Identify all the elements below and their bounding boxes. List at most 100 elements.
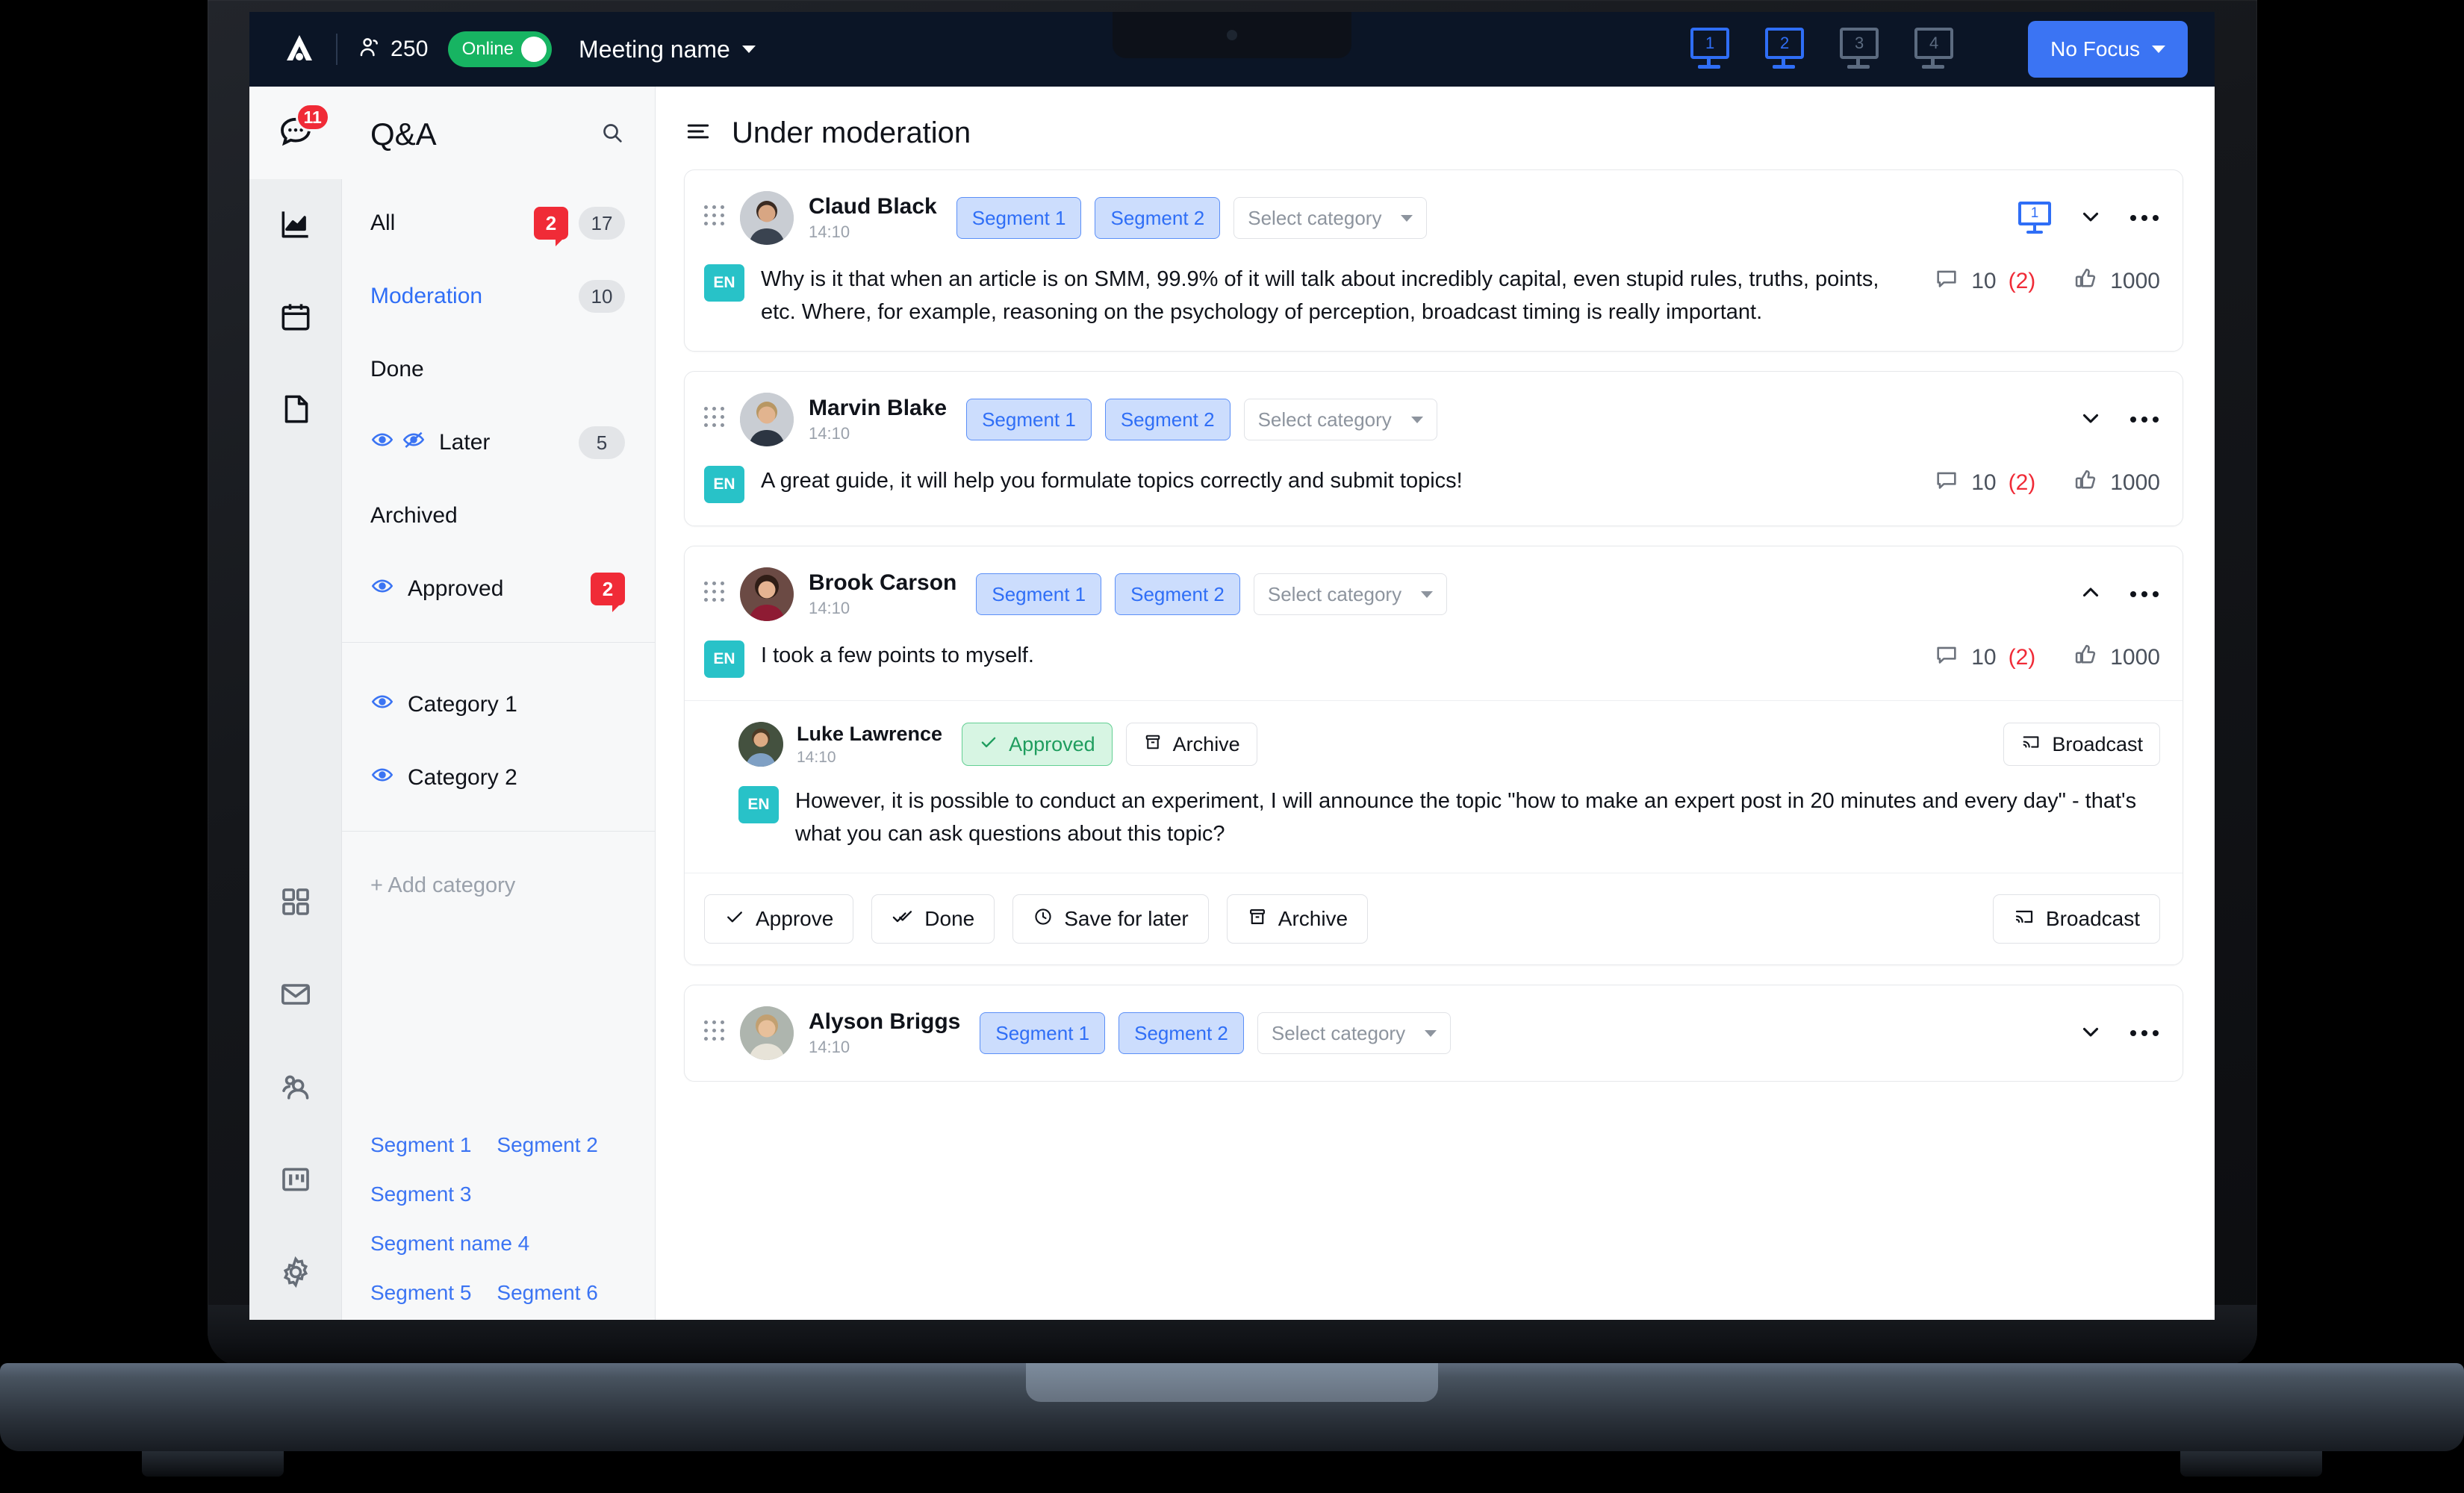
eye-off-icon[interactable]: [402, 428, 426, 458]
category-select[interactable]: Select category: [1243, 399, 1437, 441]
segment-link-1[interactable]: Segment 1: [370, 1133, 471, 1157]
segment-link-2[interactable]: Segment 2: [497, 1133, 597, 1157]
avatar: [740, 567, 794, 622]
chevron-down-icon[interactable]: [2078, 405, 2103, 434]
segment-chip[interactable]: Segment 1: [956, 197, 1082, 239]
drag-handle-icon[interactable]: [704, 407, 724, 432]
drag-handle-icon[interactable]: [704, 1020, 724, 1046]
segment-chip[interactable]: Segment 1: [966, 399, 1092, 441]
category-select[interactable]: Select category: [1257, 1012, 1452, 1055]
segment-chip[interactable]: Segment 1: [980, 1012, 1106, 1055]
eye-icon[interactable]: [370, 428, 394, 458]
category-select[interactable]: Select category: [1233, 197, 1428, 239]
meeting-name-dropdown[interactable]: Meeting name: [579, 36, 756, 63]
segment-chip[interactable]: Segment 2: [1095, 197, 1221, 239]
rail-item-mail[interactable]: [249, 950, 342, 1042]
archive-box-icon: [1247, 906, 1268, 932]
main-header: Under moderation: [656, 87, 2215, 169]
segment-link-3[interactable]: Segment 3: [370, 1182, 626, 1206]
qa-filter-all[interactable]: All 2 17: [342, 187, 655, 260]
thumbs-up-icon: [2073, 467, 2098, 499]
screen-assign-label: 1: [2018, 202, 2051, 225]
rail-item-users[interactable]: [249, 1042, 342, 1135]
category-select-value: Select category: [1257, 408, 1392, 431]
online-toggle-label: Online: [461, 39, 514, 59]
rail-item-apps[interactable]: [249, 857, 342, 950]
qa-filter-moderation[interactable]: Moderation 10: [342, 260, 655, 333]
qa-category-2-visibility-icons[interactable]: [370, 763, 394, 793]
segment-link-6[interactable]: Segment 6: [497, 1281, 597, 1305]
rail-item-qa[interactable]: 11: [249, 87, 342, 179]
qa-category-2[interactable]: Category 2: [342, 741, 655, 814]
list-lines-icon[interactable]: [684, 117, 712, 149]
drag-handle-icon[interactable]: [704, 582, 724, 607]
segment-link-5[interactable]: Segment 5: [370, 1281, 471, 1305]
approved-status-badge[interactable]: Approved: [962, 723, 1113, 767]
rail-item-analytics[interactable]: [249, 179, 342, 272]
save-for-later-button[interactable]: Save for later: [1012, 894, 1209, 944]
more-options-icon[interactable]: [2129, 585, 2160, 603]
approve-button[interactable]: Approve: [704, 894, 854, 944]
eye-icon[interactable]: [370, 690, 394, 720]
comment-stat[interactable]: 10 (2): [1934, 266, 2035, 297]
chevron-up-icon[interactable]: [2078, 580, 2103, 609]
screen-assign-icon[interactable]: 1: [2018, 202, 2053, 234]
qa-filter-approved-visibility-icons[interactable]: [370, 574, 394, 604]
qa-filter-archived[interactable]: Archived: [342, 479, 655, 552]
eye-icon[interactable]: [370, 574, 394, 604]
add-category-button[interactable]: + Add category: [342, 848, 655, 923]
chevron-down-icon[interactable]: [2078, 204, 2103, 233]
chevron-down-icon[interactable]: [2078, 1019, 2103, 1048]
archive-button[interactable]: Archive: [1226, 894, 1369, 944]
rail-item-documents[interactable]: [249, 364, 342, 457]
segment-chip[interactable]: Segment 2: [1104, 399, 1231, 441]
drag-handle-icon[interactable]: [704, 205, 724, 231]
more-options-icon[interactable]: [2129, 209, 2160, 227]
no-focus-label: No Focus: [2050, 37, 2140, 60]
segment-chip[interactable]: Segment 2: [1119, 1012, 1244, 1055]
segment-chip[interactable]: Segment 2: [1115, 573, 1240, 616]
broadcast-button[interactable]: Broadcast: [2003, 723, 2160, 767]
qa-filter-later-count: 5: [579, 426, 625, 459]
question-card: Claud Black 14:10 Segment 1 Segment 2 Se…: [684, 169, 2183, 352]
like-stat[interactable]: 1000: [2073, 467, 2160, 499]
eye-icon[interactable]: [370, 763, 394, 793]
category-select[interactable]: Select category: [1253, 573, 1448, 616]
qa-filter-later-visibility-icons[interactable]: [370, 428, 426, 458]
comment-stat[interactable]: 10 (2): [1934, 642, 2035, 673]
brand-triangle-logo-icon[interactable]: [282, 32, 317, 66]
online-toggle[interactable]: Online: [447, 31, 553, 67]
screen-button-4[interactable]: 4: [1911, 28, 1956, 71]
qa-category-1-visibility-icons[interactable]: [370, 690, 394, 720]
thumbs-up-icon: [2073, 266, 2098, 297]
comment-stat[interactable]: 10 (2): [1934, 467, 2035, 499]
search-icon[interactable]: [600, 120, 625, 149]
card-header-actions: [2078, 1019, 2160, 1048]
screen-4-label: 4: [1914, 28, 1954, 59]
segment-link-4[interactable]: Segment name 4: [370, 1232, 626, 1256]
archive-button[interactable]: Archive: [1125, 723, 1257, 767]
rail-item-board[interactable]: [249, 1135, 342, 1227]
segment-chip[interactable]: Segment 1: [976, 573, 1102, 616]
avatar: [740, 393, 794, 447]
qa-category-1[interactable]: Category 1: [342, 668, 655, 741]
screen-button-3[interactable]: 3: [1837, 28, 1882, 71]
card-header: Marvin Blake 14:10 Segment 1 Segment 2 S…: [685, 372, 2183, 464]
qa-filter-later[interactable]: Later 5: [342, 406, 655, 479]
qa-filter-approved[interactable]: Approved 2: [342, 552, 655, 626]
more-options-icon[interactable]: [2129, 1024, 2160, 1042]
no-focus-button[interactable]: No Focus: [2028, 21, 2188, 78]
category-select-value: Select category: [1267, 582, 1402, 605]
rail-item-calendar[interactable]: [249, 272, 342, 364]
more-options-icon[interactable]: [2129, 411, 2160, 428]
like-stat[interactable]: 1000: [2073, 642, 2160, 673]
screen-button-1[interactable]: 1: [1687, 28, 1732, 71]
qa-filter-done[interactable]: Done: [342, 333, 655, 406]
laptop-mockup: 250 Online Meeting name 1 2 3 4 No Focus…: [0, 0, 2464, 1493]
screen-button-2[interactable]: 2: [1762, 28, 1807, 71]
like-stat[interactable]: 1000: [2073, 266, 2160, 297]
language-badge: EN: [738, 786, 779, 824]
rail-item-settings[interactable]: [249, 1227, 342, 1320]
done-button[interactable]: Done: [871, 894, 995, 944]
broadcast-button[interactable]: Broadcast: [1992, 894, 2160, 944]
